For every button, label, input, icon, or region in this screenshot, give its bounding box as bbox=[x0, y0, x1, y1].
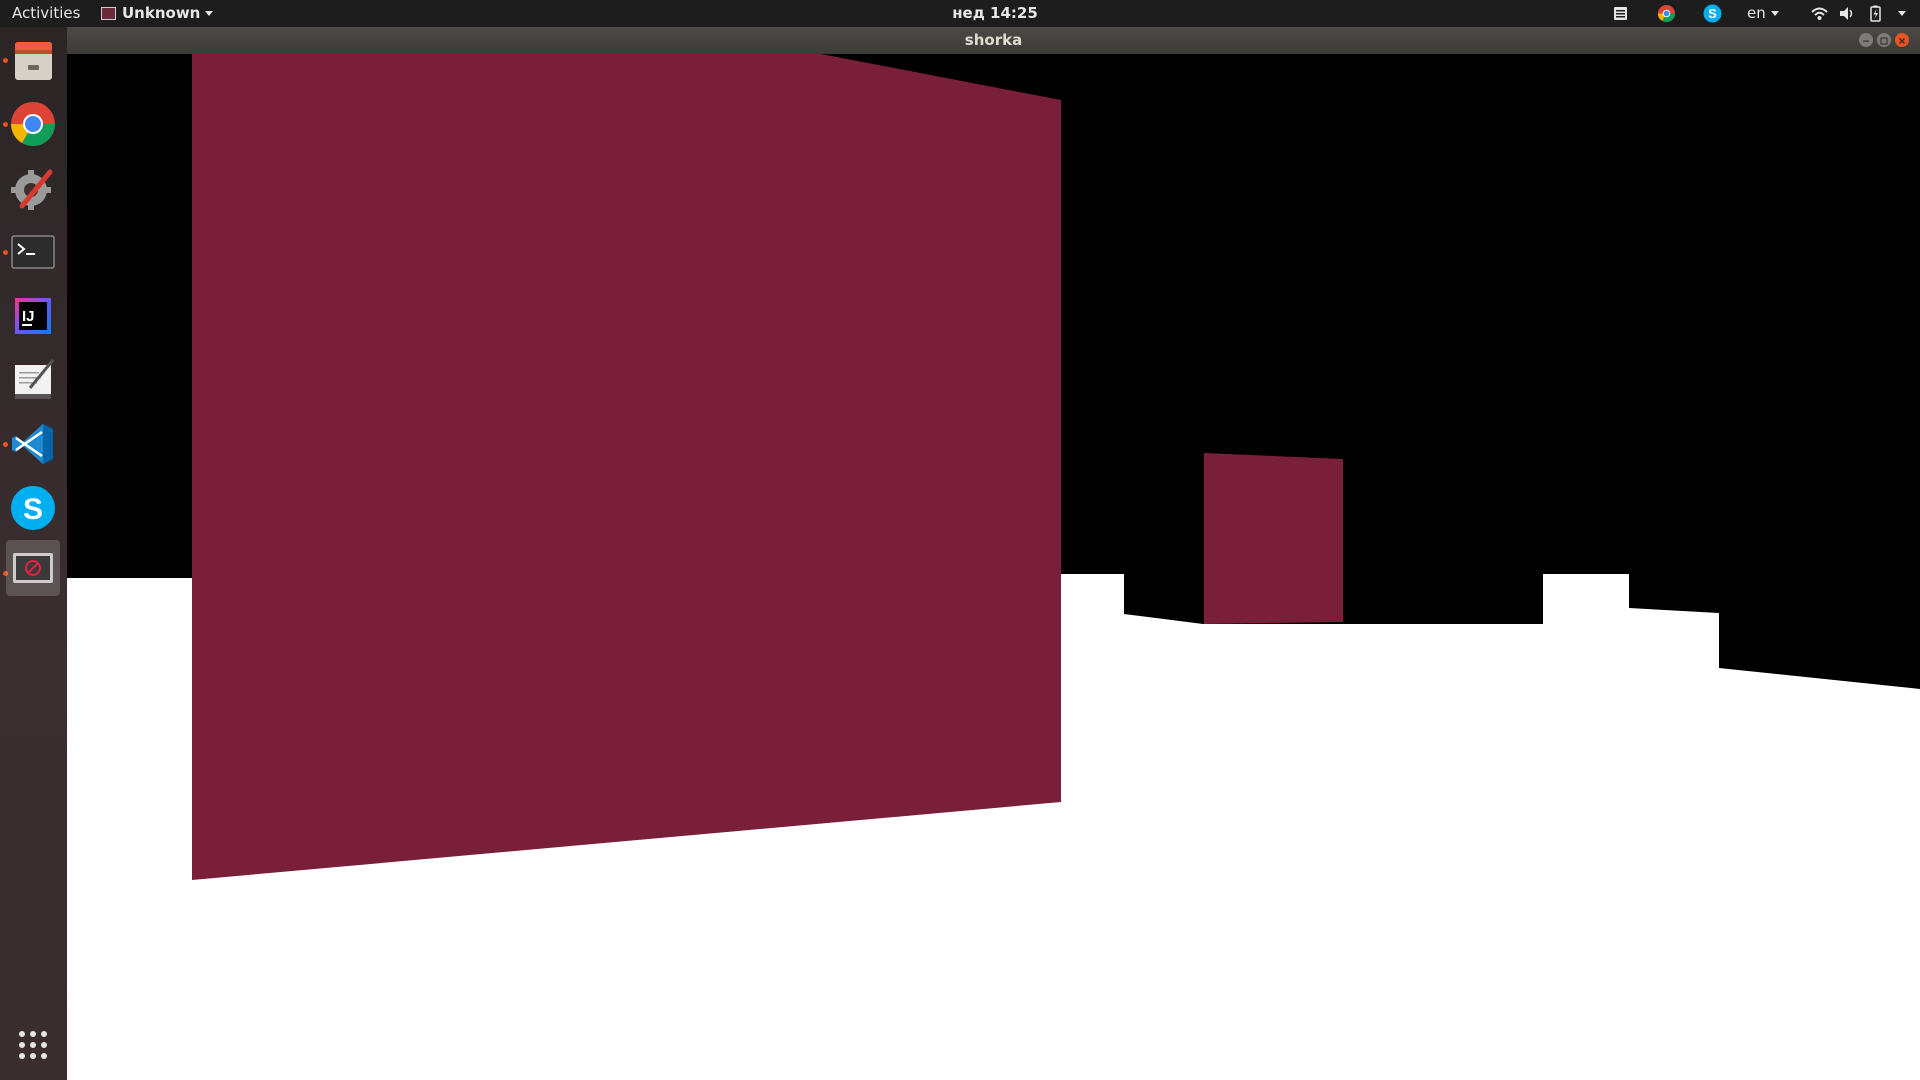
launcher-dock: IJ S bbox=[0, 27, 67, 1080]
dock-item-intellij[interactable]: IJ bbox=[6, 288, 60, 344]
show-applications-icon bbox=[19, 1031, 47, 1059]
dock-item-files[interactable] bbox=[6, 32, 60, 88]
chevron-down-icon bbox=[205, 11, 214, 16]
app-menu[interactable]: Unknown bbox=[101, 0, 214, 27]
files-icon bbox=[15, 42, 52, 80]
close-button[interactable] bbox=[1895, 33, 1909, 47]
vscode-icon bbox=[12, 424, 53, 464]
window-titlebar[interactable]: shorka bbox=[67, 27, 1920, 54]
wifi-icon[interactable] bbox=[1810, 4, 1829, 23]
minimize-icon bbox=[1863, 40, 1869, 42]
activities-button[interactable]: Activities bbox=[12, 0, 80, 27]
system-menu-chevron-icon[interactable] bbox=[1898, 11, 1906, 16]
skype-icon: S bbox=[11, 486, 55, 530]
maximize-icon bbox=[1880, 37, 1888, 45]
battery-icon[interactable] bbox=[1866, 4, 1885, 23]
dock-item-terminal[interactable] bbox=[6, 224, 60, 280]
dock-item-settings[interactable] bbox=[6, 160, 60, 216]
dock-item-vscode[interactable] bbox=[6, 416, 60, 472]
terminal-icon bbox=[11, 235, 55, 269]
svg-text:IJ: IJ bbox=[22, 308, 35, 325]
keyboard-layout[interactable]: en bbox=[1747, 0, 1779, 27]
app-menu-icon bbox=[101, 7, 116, 20]
clock[interactable]: нед 14:25 bbox=[900, 0, 1090, 27]
text-editor-icon bbox=[15, 359, 55, 399]
dock-item-shorka[interactable] bbox=[6, 540, 60, 596]
large-wall-block bbox=[192, 54, 1061, 880]
volume-icon[interactable] bbox=[1837, 4, 1856, 23]
settings-icon bbox=[11, 169, 53, 210]
close-icon bbox=[1899, 38, 1905, 44]
game-viewport[interactable] bbox=[67, 54, 1920, 1080]
notes-icon[interactable] bbox=[1611, 4, 1630, 23]
shorka-app-icon bbox=[13, 553, 53, 583]
top-panel: Activities Unknown нед 14:25 S en bbox=[0, 0, 1920, 27]
minimize-button[interactable] bbox=[1859, 33, 1873, 47]
dock-item-text-editor[interactable] bbox=[6, 352, 60, 408]
svg-text:S: S bbox=[23, 493, 43, 526]
show-applications-button[interactable] bbox=[6, 1017, 60, 1073]
skype-icon[interactable]: S bbox=[1703, 4, 1722, 23]
chrome-icon[interactable] bbox=[1657, 4, 1676, 23]
dock-item-chrome[interactable] bbox=[6, 96, 60, 152]
app-menu-label: Unknown bbox=[122, 4, 201, 22]
svg-text:S: S bbox=[1708, 6, 1717, 21]
intellij-icon: IJ bbox=[15, 298, 51, 334]
chevron-down-icon bbox=[1770, 11, 1779, 16]
keyboard-layout-label: en bbox=[1747, 4, 1766, 22]
chrome-icon bbox=[11, 102, 55, 146]
small-cube-block bbox=[1204, 453, 1343, 624]
dock-item-skype[interactable]: S bbox=[6, 480, 60, 536]
window-title: shorka bbox=[964, 31, 1023, 49]
maximize-button[interactable] bbox=[1877, 33, 1891, 47]
